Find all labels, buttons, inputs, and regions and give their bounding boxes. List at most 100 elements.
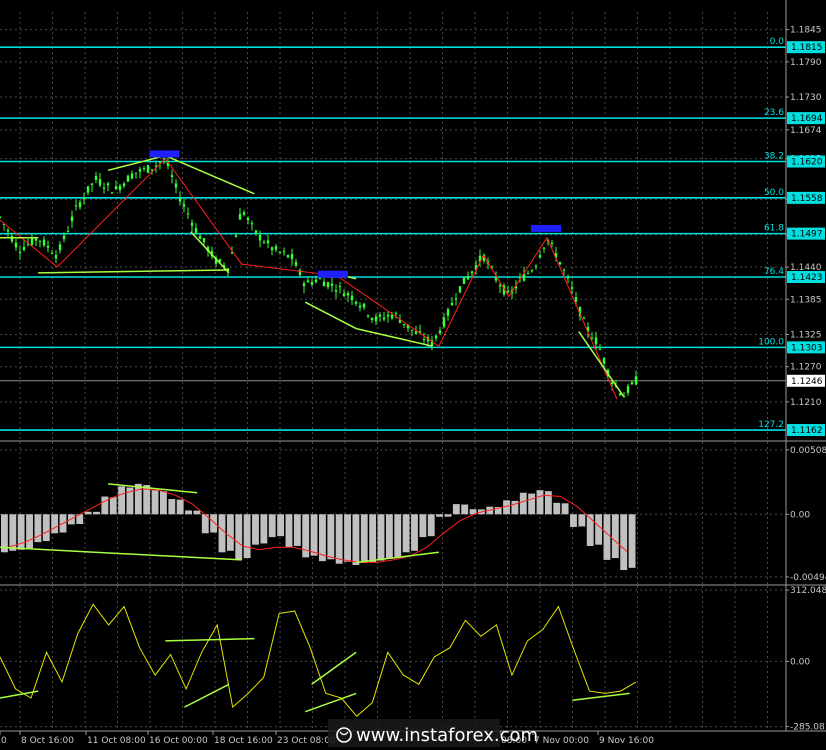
candle-body (610, 382, 614, 384)
macd-bar (611, 514, 619, 559)
macd-bar (544, 491, 552, 515)
candle-body (34, 238, 38, 241)
candle-body (14, 242, 18, 248)
macd-bar (603, 514, 611, 560)
candle-body (38, 240, 42, 242)
candle-body (62, 235, 66, 240)
candle-body (258, 234, 262, 241)
fib-price-box-text: 1.1620 (791, 158, 823, 168)
macd-bar (553, 502, 561, 515)
macd-bar (628, 514, 636, 568)
candle-body (442, 317, 446, 327)
candle-body (598, 348, 602, 350)
fib-price-box-text: 1.1303 (791, 343, 823, 353)
macd-bar (193, 510, 201, 515)
fib-price-box: 1.1497 (787, 227, 825, 240)
candle-body (126, 175, 130, 182)
candle-body (142, 167, 146, 169)
macd-bar (93, 511, 100, 515)
candle-body (46, 245, 50, 248)
time-tick-label: 23 Oct 08:00 (277, 736, 336, 746)
candle-body (470, 271, 474, 274)
macd-bar (561, 503, 569, 515)
axis-tick-label: 1.1790 (790, 58, 822, 68)
candle-body (146, 165, 150, 173)
macd-bar (26, 514, 33, 549)
candle-body (22, 246, 26, 250)
candle-body (410, 329, 414, 331)
fib-price-box: 1.1423 (787, 271, 825, 284)
macd-bar (385, 514, 393, 559)
candle-body (262, 242, 266, 244)
candle-body (330, 283, 334, 286)
candle-body (114, 186, 118, 190)
candle-body (366, 315, 370, 317)
fib-price-box: 1.1815 (787, 41, 825, 54)
candle-body (634, 376, 638, 385)
candle-body (198, 235, 202, 240)
fib-price-box-text: 1.1694 (791, 114, 823, 124)
candle-body (450, 302, 454, 306)
current-price-box-text: 1.1246 (791, 377, 823, 387)
candle-body (254, 230, 258, 235)
candle-body (538, 255, 542, 258)
candle-body (542, 247, 546, 249)
macd-bar (42, 514, 50, 542)
candle-body (282, 251, 286, 253)
candle-body (458, 286, 462, 293)
candle-body (326, 282, 330, 288)
macd-bar (260, 514, 268, 544)
candle-body (570, 287, 574, 289)
macd-bar (344, 514, 351, 562)
macd-bar (84, 511, 92, 515)
candle-body (574, 296, 578, 302)
macd-bar (528, 493, 536, 515)
fib-price-box-text: 1.1815 (791, 43, 823, 53)
macd-bar (252, 514, 259, 545)
time-tick-label: 9 Nov 16:00 (599, 736, 654, 746)
candle-body (94, 175, 98, 180)
candle-body (270, 247, 274, 251)
candle-body (170, 175, 174, 177)
fib-level-label: 23.6 (764, 108, 784, 118)
macd-bar (536, 490, 544, 515)
candle-body (310, 281, 314, 285)
candle-body (122, 183, 126, 187)
macd-bar (452, 504, 460, 515)
watermark-text: www.instaforex.com (356, 725, 538, 746)
candle-body (90, 183, 94, 185)
candle-body (174, 183, 178, 188)
axis-tick-label: -0.00494 (790, 573, 826, 583)
macd-bar (134, 483, 142, 515)
candle-body (278, 251, 282, 253)
macd-bar (109, 497, 117, 515)
macd-bar (151, 490, 159, 515)
axis-tick-label: 0.00 (790, 510, 810, 520)
macd-bar (226, 514, 234, 551)
candle-body (78, 202, 82, 208)
candle-body (234, 235, 238, 238)
candle-body (286, 255, 290, 258)
axis-tick-label: 1.1210 (790, 398, 822, 408)
candle-body (386, 314, 390, 317)
candle-body (466, 275, 470, 280)
candle-body (66, 231, 70, 233)
candle-body (370, 317, 374, 320)
candle-body (82, 197, 86, 200)
candle-body (190, 222, 194, 226)
candle-body (422, 339, 426, 341)
candle-body (0, 216, 2, 218)
candle-body (506, 290, 510, 293)
candle-body (302, 283, 306, 287)
chart-canvas: 0.0 23.6 38.2 50.0 61.8 76.4 100.0 127.2 1.1845… (0, 0, 826, 750)
candle-body (290, 254, 294, 260)
candle-body (414, 331, 418, 334)
level-marker-box (149, 150, 180, 158)
candle-body (182, 204, 186, 207)
candle-body (186, 213, 190, 215)
candle-body (626, 386, 630, 393)
fib-price-box: 1.1620 (787, 155, 825, 168)
candle-body (306, 280, 310, 283)
candle-body (154, 165, 158, 167)
axis-tick-label: 1.1730 (790, 93, 822, 103)
